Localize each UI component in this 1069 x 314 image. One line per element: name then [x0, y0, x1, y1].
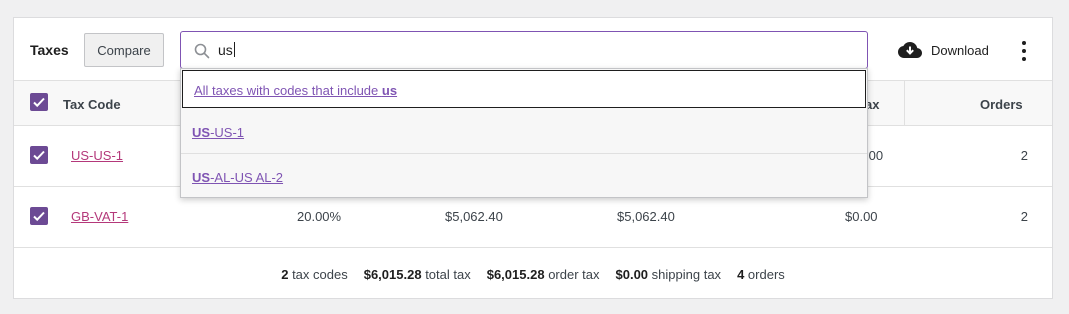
suggestion-rest: -AL-US AL-2 [210, 170, 284, 185]
suggestion-option[interactable]: US-AL-US AL-2 [181, 155, 867, 198]
page-title: Taxes [30, 42, 69, 58]
orders-cell: 2 [1020, 209, 1028, 224]
column-header-tax-code[interactable]: Tax Code [63, 97, 121, 112]
suggestion-match: US [192, 125, 211, 140]
tax-code-link[interactable]: GB-VAT-1 [71, 209, 128, 224]
checkmark-icon [33, 97, 45, 108]
search-icon [194, 43, 210, 59]
cloud-download-icon [898, 42, 922, 58]
total-tax-cell: $5,062.40 [445, 209, 503, 224]
row-checkbox[interactable] [30, 146, 48, 164]
suggestion-match: US [192, 170, 211, 185]
column-header-orders[interactable]: Orders [980, 97, 1023, 112]
select-all-checkbox[interactable] [30, 93, 48, 111]
rate-cell: 20.00% [297, 209, 342, 224]
summary-orders: 4 orders [737, 266, 785, 282]
search-input[interactable]: us [180, 31, 868, 69]
search-suggestions-dropdown: All taxes with codes that include us US-… [180, 68, 868, 198]
text-cursor [233, 42, 235, 57]
column-divider [904, 81, 905, 126]
suggestion-option[interactable]: US-US-1 [181, 110, 867, 154]
search-value: us [218, 42, 233, 58]
summary-total-tax: $6,015.28 total tax [363, 266, 471, 282]
checkmark-icon [33, 211, 45, 222]
suggestion-prefix: All taxes with codes that include [194, 83, 382, 98]
suggestion-all-matching[interactable]: All taxes with codes that include us [182, 70, 866, 108]
orders-cell: 2 [1020, 148, 1028, 163]
order-tax-cell: $5,062.40 [617, 209, 675, 224]
compare-button[interactable]: Compare [84, 33, 164, 67]
summary-order-tax: $6,015.28 order tax [486, 266, 600, 282]
checkmark-icon [33, 150, 45, 161]
row-checkbox[interactable] [30, 207, 48, 225]
summary-shipping-tax: $0.00 shipping tax [615, 266, 722, 282]
more-options-icon[interactable] [1016, 40, 1032, 62]
shipping-tax-cell: $0.00 [845, 209, 878, 224]
download-button[interactable]: Download [898, 39, 989, 61]
suggestion-term: us [381, 83, 398, 98]
download-label: Download [931, 42, 989, 58]
tax-code-link[interactable]: US-US-1 [71, 148, 123, 163]
suggestion-rest: -US-1 [210, 125, 245, 140]
table-summary: 2 tax codes $6,015.28 total tax $6,015.2… [14, 249, 1052, 299]
summary-tax-codes: 2 tax codes [281, 266, 348, 282]
